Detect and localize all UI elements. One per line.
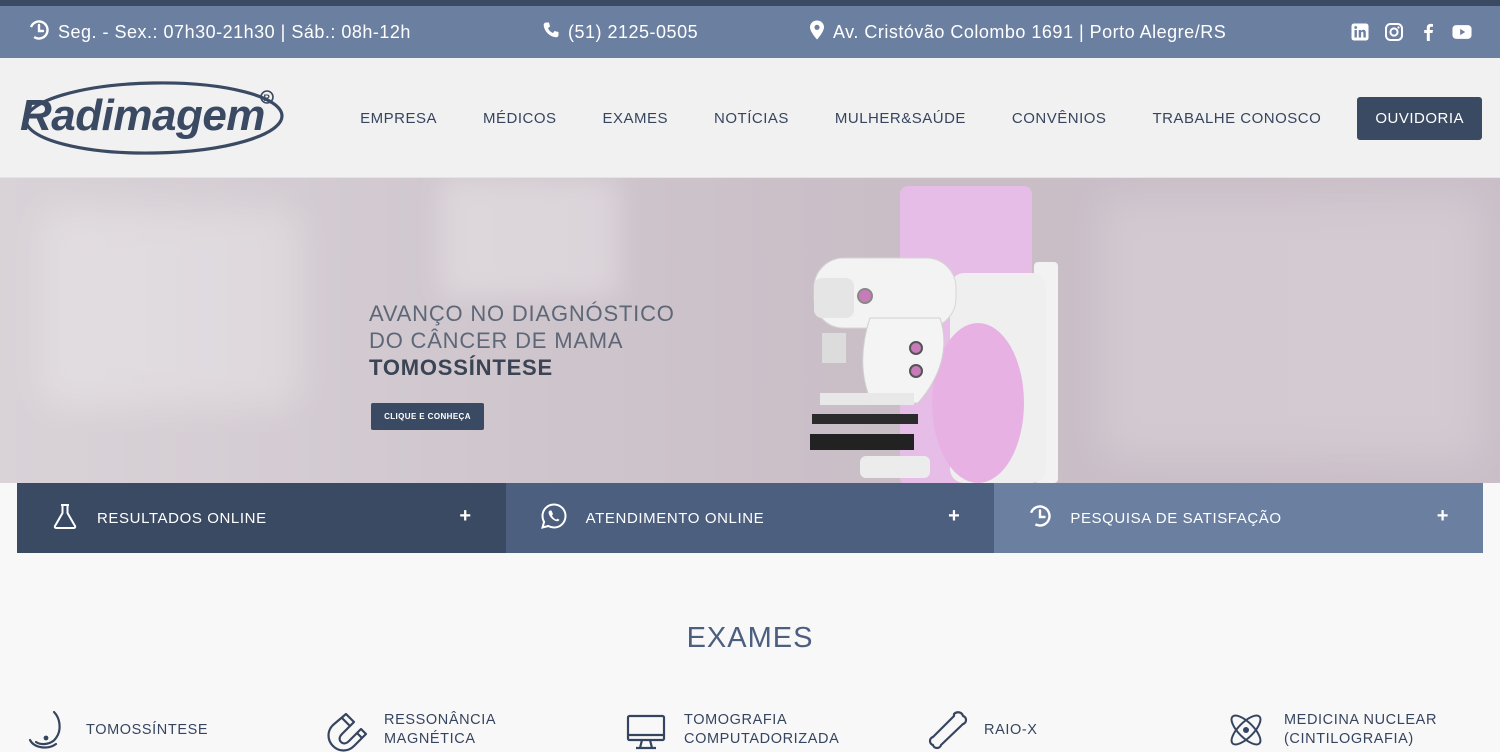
hero-cta-button[interactable]: CLIQUE E CONHEÇA — [371, 403, 484, 430]
bone-icon — [928, 711, 968, 750]
radimagem-logo[interactable]: Radimagem R — [16, 80, 286, 156]
main-navbar: Radimagem R EMPRESA MÉDICOS EXAMES NOTÍC… — [0, 58, 1500, 178]
phone-icon — [542, 21, 560, 44]
flask-icon — [51, 502, 79, 534]
youtube-icon[interactable] — [1452, 22, 1472, 42]
hero-background — [40, 208, 300, 408]
exam-label-line2: (CINTILOGRAFIA) — [1284, 731, 1414, 747]
atom-icon — [1230, 714, 1262, 746]
whatsapp-icon — [540, 502, 568, 534]
exam-label: TOMOGRAFIA COMPUTADORIZADA — [684, 711, 839, 749]
exam-label-line1: RESSONÂNCIA — [384, 712, 497, 728]
exam-raio-x[interactable]: RAIO-X — [924, 708, 1038, 752]
quick-label: PESQUISA DE SATISFAÇÃO — [1070, 509, 1282, 527]
main-menu: EMPRESA MÉDICOS EXAMES NOTÍCIAS MULHER&S… — [314, 58, 1482, 178]
facebook-icon[interactable] — [1418, 22, 1438, 42]
hero-banner: AVANÇO NO DIAGNÓSTICO DO CÂNCER DE MAMA … — [0, 178, 1500, 483]
phone-text: (51) 2125-0505 — [568, 21, 699, 42]
hero-background — [440, 178, 620, 298]
quick-label: ATENDIMENTO ONLINE — [585, 509, 765, 527]
hero-background — [1100, 198, 1480, 458]
svg-text:R: R — [264, 93, 271, 103]
phone[interactable]: (51) 2125-0505 — [542, 6, 698, 58]
nav-exames[interactable]: EXAMES — [603, 110, 669, 127]
clock-icon — [28, 19, 50, 46]
map-pin-icon — [809, 20, 825, 45]
ouvidoria-button[interactable]: OUVIDORIA — [1357, 96, 1482, 140]
exam-label: MEDICINA NUCLEAR (CINTILOGRAFIA) — [1284, 711, 1437, 749]
magnet-icon — [327, 712, 368, 752]
hours: Seg. - Sex.: 07h30-21h30 | Sáb.: 08h-12h — [28, 6, 411, 58]
instagram-icon[interactable] — [1384, 22, 1404, 42]
plus-icon[interactable]: + — [459, 505, 471, 528]
exam-label-line1: RAIO-X — [984, 721, 1038, 738]
exam-label: RESSONÂNCIA MAGNÉTICA — [384, 711, 496, 749]
nav-empresa[interactable]: EMPRESA — [360, 110, 437, 127]
nav-convenios[interactable]: CONVÊNIOS — [1012, 110, 1107, 127]
plus-icon[interactable]: + — [1437, 505, 1449, 528]
info-bar: Seg. - Sex.: 07h30-21h30 | Sáb.: 08h-12h… — [0, 6, 1500, 58]
exams-section-title: EXAMES — [686, 622, 814, 654]
exam-label-line2: MAGNÉTICA — [384, 731, 476, 747]
linkedin-icon[interactable] — [1350, 22, 1370, 42]
clock-icon — [1028, 504, 1052, 532]
hero-headline: AVANÇO NO DIAGNÓSTICO DO CÂNCER DE MAMA … — [369, 300, 675, 381]
quick-pesquisa-satisfacao[interactable]: PESQUISA DE SATISFAÇÃO + — [994, 483, 1484, 553]
quick-atendimento-online[interactable]: ATENDIMENTO ONLINE + — [505, 483, 995, 553]
exam-medicina-nuclear[interactable]: MEDICINA NUCLEAR (CINTILOGRAFIA) — [1224, 708, 1437, 752]
address-text: Av. Cristóvão Colombo 1691 | Porto Alegr… — [833, 21, 1227, 42]
hours-text: Seg. - Sex.: 07h30-21h30 | Sáb.: 08h-12h — [58, 21, 411, 42]
hero-line-3: TOMOSSÍNTESE — [369, 355, 553, 380]
monitor-icon — [626, 714, 666, 750]
exam-label-line1: MEDICINA NUCLEAR — [1284, 712, 1438, 728]
quick-resultados-online[interactable]: RESULTADOS ONLINE + — [17, 483, 506, 553]
exam-ressonancia[interactable]: RESSONÂNCIA MAGNÉTICA — [324, 708, 496, 752]
quick-links: RESULTADOS ONLINE + ATENDIMENTO ONLINE +… — [17, 483, 1484, 553]
address[interactable]: Av. Cristóvão Colombo 1691 | Porto Alegr… — [809, 6, 1226, 58]
svg-text:Radimagem: Radimagem — [20, 91, 265, 140]
exam-label-line1: TOMOSSÍNTESE — [86, 721, 209, 738]
nav-medicos[interactable]: MÉDICOS — [483, 110, 557, 127]
hero-line-2: DO CÂNCER DE MAMA — [369, 328, 624, 353]
exam-label: RAIO-X — [984, 721, 1038, 740]
exam-label: TOMOSSÍNTESE — [86, 721, 208, 740]
nav-noticias[interactable]: NOTÍCIAS — [714, 110, 789, 127]
nav-mulher-saude[interactable]: MULHER&SAÚDE — [835, 110, 966, 127]
social-links — [1350, 6, 1472, 58]
breast-icon — [28, 710, 61, 749]
nav-trabalhe-conosco[interactable]: TRABALHE CONOSCO — [1152, 110, 1321, 127]
exam-label-line2: COMPUTADORIZADA — [684, 731, 840, 747]
exam-tomografia[interactable]: TOMOGRAFIA COMPUTADORIZADA — [624, 708, 839, 752]
hero-line-1: AVANÇO NO DIAGNÓSTICO — [369, 301, 675, 326]
mammography-machine-image — [810, 186, 1058, 483]
exam-label-line1: TOMOGRAFIA — [684, 712, 788, 728]
quick-label: RESULTADOS ONLINE — [97, 509, 267, 527]
plus-icon[interactable]: + — [948, 505, 960, 528]
exam-tomossintese[interactable]: TOMOSSÍNTESE — [26, 708, 208, 752]
